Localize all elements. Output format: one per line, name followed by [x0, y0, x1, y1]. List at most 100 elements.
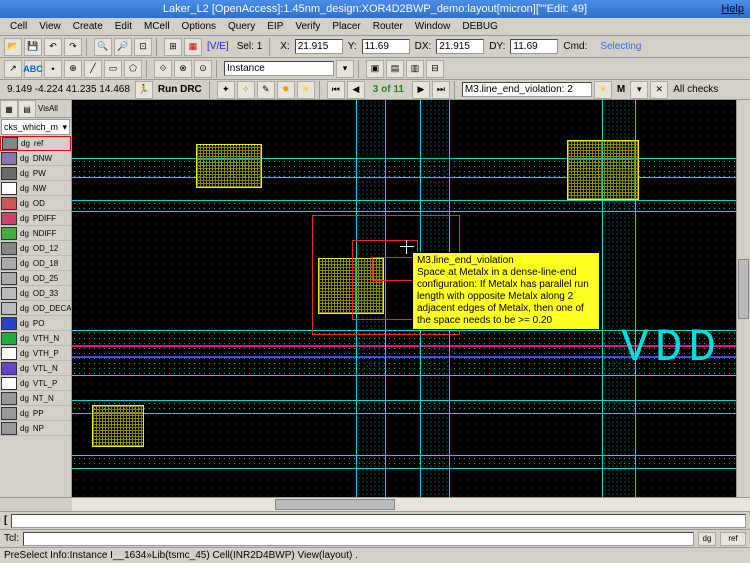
menu-router[interactable]: Router [367, 19, 409, 34]
wand-icon[interactable]: ✦ [217, 81, 235, 99]
open-icon[interactable]: 📂 [4, 38, 22, 56]
layer-row-od_18[interactable]: dgOD_18 [0, 256, 71, 271]
window-title: Laker_L2 [OpenAccess]:1.45nm_design:XOR4… [163, 3, 587, 15]
menu-mcell[interactable]: MCell [138, 19, 176, 34]
menu-debug[interactable]: DEBUG [456, 19, 504, 34]
vertical-scrollbar[interactable] [736, 100, 750, 497]
tag-dg[interactable]: dg [698, 532, 716, 546]
layer-name: DNW [31, 154, 54, 163]
tool2-icon[interactable]: ⊗ [174, 60, 192, 78]
next-icon[interactable]: ▶ [412, 81, 430, 99]
dy-label: DY: [489, 41, 505, 52]
poly-icon[interactable]: ⬠ [124, 60, 142, 78]
menu-edit[interactable]: Edit [109, 19, 138, 34]
sun-icon[interactable]: ☀ [297, 81, 315, 99]
layer-swatch [1, 167, 17, 180]
layer-row-pp[interactable]: dgPP [0, 406, 71, 421]
dx-input[interactable] [436, 39, 484, 54]
save-icon[interactable]: 💾 [24, 38, 42, 56]
tool1-icon[interactable]: ⟐ [154, 60, 172, 78]
rect-icon[interactable]: ▭ [104, 60, 122, 78]
highlight-icon[interactable]: ✧ [237, 81, 255, 99]
layer-row-od_33[interactable]: dgOD_33 [0, 286, 71, 301]
tool3-icon[interactable]: ⊙ [194, 60, 212, 78]
point-icon[interactable]: • [44, 60, 62, 78]
layer-row-np[interactable]: dgNP [0, 421, 71, 436]
next-all-icon[interactable]: ⏭ [432, 81, 450, 99]
pencil-icon[interactable]: ✎ [257, 81, 275, 99]
layer-row-nt_n[interactable]: dgNT_N [0, 391, 71, 406]
menu-options[interactable]: Options [176, 19, 222, 34]
run-person-icon[interactable]: 🏃 [135, 81, 153, 99]
dy-input[interactable] [510, 39, 558, 54]
layer-row-ref[interactable]: dgref [0, 136, 71, 151]
tag-ref[interactable]: ref [720, 532, 746, 546]
layer-row-vth_n[interactable]: dgVTH_N [0, 331, 71, 346]
text-icon[interactable]: ABC [24, 60, 42, 78]
command-input-1[interactable] [11, 514, 746, 528]
op1-icon[interactable]: ▣ [366, 60, 384, 78]
prev-all-icon[interactable]: ⏮ [327, 81, 345, 99]
vertex-icon[interactable]: ⊕ [64, 60, 82, 78]
star-icon[interactable]: ✹ [277, 81, 295, 99]
layer-row-pw[interactable]: dgPW [0, 166, 71, 181]
m-dropdown-icon[interactable]: ▾ [630, 81, 648, 99]
layer-row-vtl_p[interactable]: dgVTL_P [0, 376, 71, 391]
layer-toggle2[interactable]: ▤ [18, 100, 36, 118]
line-icon[interactable]: ╱ [84, 60, 102, 78]
menu-window[interactable]: Window [409, 19, 457, 34]
run-drc-button[interactable]: Run DRC [158, 84, 202, 95]
help-link[interactable]: Help [721, 3, 744, 15]
violation-display[interactable] [462, 82, 592, 97]
instance-select[interactable] [224, 61, 334, 76]
prev-icon[interactable]: ◀ [347, 81, 365, 99]
layer-filter-dropdown[interactable]: cks_which_m [1, 119, 70, 135]
layout-canvas[interactable]: VDD M3.line_end_violation Space at Metal… [72, 100, 750, 497]
y-input[interactable] [362, 39, 410, 54]
layer-row-od[interactable]: dgOD [0, 196, 71, 211]
layer-row-vtl_n[interactable]: dgVTL_N [0, 361, 71, 376]
layer-row-vth_p[interactable]: dgVTH_P [0, 346, 71, 361]
layer-col-dg: dg [18, 424, 31, 433]
layer-swatch [1, 422, 17, 435]
layer-row-od_12[interactable]: dgOD_12 [0, 241, 71, 256]
sun2-icon[interactable]: ☀ [594, 81, 612, 99]
layers-icon[interactable]: ▦ [184, 38, 202, 56]
layer-row-od_25[interactable]: dgOD_25 [0, 271, 71, 286]
zoom-out-icon[interactable]: 🔎 [114, 38, 132, 56]
zoom-fit-icon[interactable]: ⊡ [134, 38, 152, 56]
op3-icon[interactable]: ▥ [406, 60, 424, 78]
layer-row-dnw[interactable]: dgDNW [0, 151, 71, 166]
x-input[interactable] [295, 39, 343, 54]
undo-icon[interactable]: ↶ [44, 38, 62, 56]
redo-icon[interactable]: ↷ [64, 38, 82, 56]
op4-icon[interactable]: ⊟ [426, 60, 444, 78]
tcl-input[interactable] [23, 532, 694, 546]
layer-row-ndiff[interactable]: dgNDIFF [0, 226, 71, 241]
layer-name: ref [32, 139, 45, 148]
menu-view[interactable]: View [33, 19, 67, 34]
layer-name: OD_DECA [31, 304, 71, 313]
arrow-icon[interactable]: ↗ [4, 60, 22, 78]
grid-icon[interactable]: ⊞ [164, 38, 182, 56]
visall-label[interactable]: VisAll [38, 104, 69, 113]
menu-placer[interactable]: Placer [326, 19, 366, 34]
dropdown-icon[interactable]: ▾ [336, 60, 354, 78]
menu-create[interactable]: Create [67, 19, 109, 34]
layer-row-nw[interactable]: dgNW [0, 181, 71, 196]
menu-query[interactable]: Query [222, 19, 261, 34]
layer-row-od_deca[interactable]: dgOD_DECA [0, 301, 71, 316]
layer-toggle1[interactable]: ▦ [0, 100, 18, 118]
menu-eip[interactable]: EIP [261, 19, 289, 34]
op2-icon[interactable]: ▤ [386, 60, 404, 78]
layer-row-pdiff[interactable]: dgPDIFF [0, 211, 71, 226]
zoom-in-icon[interactable]: 🔍 [94, 38, 112, 56]
close-x-icon[interactable]: ✕ [650, 81, 668, 99]
layer-col-dg: dg [18, 184, 31, 193]
menu-cell[interactable]: Cell [4, 19, 33, 34]
layer-col-dg: dg [18, 364, 31, 373]
menu-verify[interactable]: Verify [289, 19, 326, 34]
layer-row-po[interactable]: dgPO [0, 316, 71, 331]
ve-toggle[interactable]: [V/E] [207, 41, 229, 52]
horizontal-scrollbar[interactable] [0, 497, 750, 511]
